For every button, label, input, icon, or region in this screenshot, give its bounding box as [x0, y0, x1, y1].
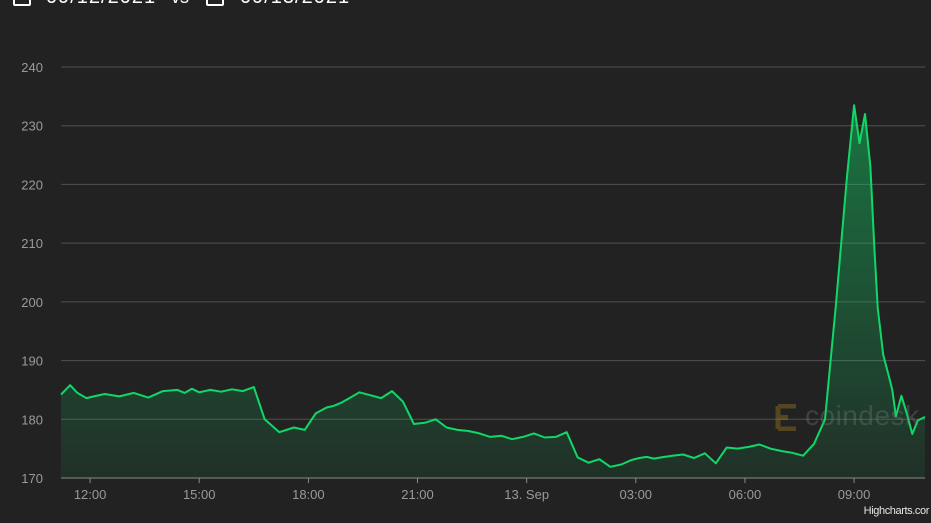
highcharts-credits[interactable]: Highcharts.cor — [864, 505, 930, 517]
y-tick-label: 220 — [21, 177, 43, 192]
y-tick-label: 200 — [21, 295, 43, 310]
coindesk-watermark: coindesk — [773, 400, 931, 436]
x-axis-labels: 12:00 15:00 18:00 21:00 13. Sep 03:00 06:00 09:… — [74, 478, 871, 502]
x-tick-label: 15:00 — [183, 487, 216, 502]
y-tick-label: 210 — [21, 236, 43, 251]
x-tick-label: 03:00 — [620, 487, 653, 502]
y-tick-label: 190 — [21, 354, 43, 369]
y-tick-label: 170 — [21, 471, 43, 486]
x-tick-label: 18:00 — [292, 487, 325, 502]
watermark-text: coindesk — [805, 400, 920, 431]
coindesk-logo-icon — [775, 404, 796, 431]
y-tick-label: 180 — [21, 412, 43, 427]
x-tick-label: 21:00 — [401, 487, 434, 502]
price-chart: 170 180 190 200 210 220 230 240 12:00 15:00 18:00… — [21, 60, 926, 502]
x-tick-label: 09:00 — [838, 487, 871, 502]
x-tick-label: 13. Sep — [504, 487, 549, 502]
y-axis-labels: 170 180 190 200 210 220 230 240 — [21, 60, 43, 486]
y-tick-label: 230 — [21, 119, 43, 134]
y-tick-label: 240 — [21, 60, 43, 75]
x-tick-label: 06:00 — [729, 487, 762, 502]
x-tick-label: 12:00 — [74, 487, 107, 502]
